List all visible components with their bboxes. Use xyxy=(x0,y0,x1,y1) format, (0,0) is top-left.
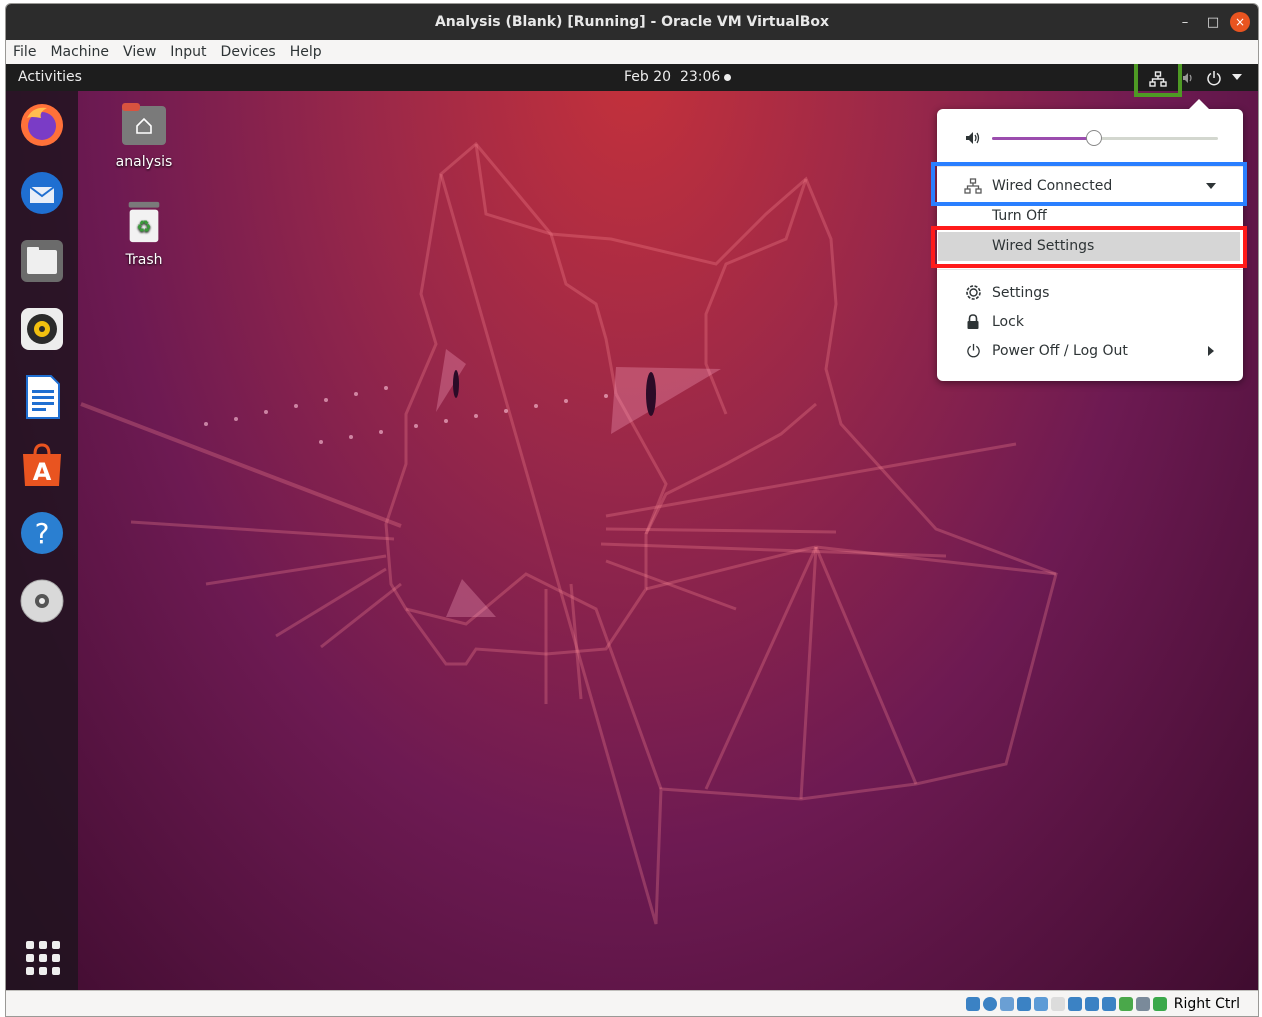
volume-slider-fill xyxy=(992,137,1094,140)
window-titlebar[interactable]: Analysis (Blank) [Running] - Oracle VM V… xyxy=(6,4,1258,40)
virtualization-icon[interactable] xyxy=(1118,996,1133,1011)
menu-machine[interactable]: Machine xyxy=(43,44,116,60)
network-status-icon[interactable] xyxy=(1016,996,1031,1011)
menu-input[interactable]: Input xyxy=(163,44,213,60)
libreoffice-writer-icon[interactable] xyxy=(19,374,65,420)
menu-help[interactable]: Help xyxy=(283,44,329,60)
volume-slider[interactable] xyxy=(992,130,1218,146)
desktop-icon-label: Trash xyxy=(125,252,163,268)
volume-icon xyxy=(966,132,980,144)
turn-off-label: Turn Off xyxy=(992,207,1047,224)
turn-off-item[interactable]: Turn Off xyxy=(937,202,1243,229)
close-button[interactable]: × xyxy=(1230,12,1250,32)
clock-time: 23:06 xyxy=(679,69,721,85)
clock[interactable]: Feb 20 23:06 xyxy=(624,69,720,85)
optical-drive-icon[interactable] xyxy=(982,996,997,1011)
thunderbird-icon[interactable] xyxy=(19,170,65,216)
dvd-icon[interactable] xyxy=(19,578,65,624)
window-title: Analysis (Blank) [Running] - Oracle VM V… xyxy=(434,14,830,30)
desktop-icon-label: analysis xyxy=(115,154,173,170)
recording-icon[interactable] xyxy=(1084,996,1099,1011)
separator xyxy=(937,269,1243,270)
desktop-icon-trash[interactable]: ♻ Trash xyxy=(104,200,184,268)
settings-label: Settings xyxy=(992,284,1050,301)
vbox-statusbar: Right Ctrl xyxy=(6,990,1258,1016)
clock-date: Feb 20 xyxy=(624,69,672,85)
chevron-right-icon xyxy=(1208,346,1214,356)
usb-icon[interactable] xyxy=(1033,996,1048,1011)
help-icon[interactable]: ? xyxy=(19,510,65,556)
audio-icon[interactable] xyxy=(999,996,1014,1011)
svg-text:A: A xyxy=(33,458,52,486)
video-capture-icon[interactable] xyxy=(1101,996,1116,1011)
lock-icon xyxy=(964,313,982,331)
tray-dropdown-icon[interactable] xyxy=(1232,74,1242,81)
minimize-button[interactable]: – xyxy=(1174,11,1196,33)
trash-icon: ♻ xyxy=(128,201,160,243)
ubuntu-software-icon[interactable]: A xyxy=(19,442,65,488)
notification-dot xyxy=(724,74,731,81)
display-icon[interactable] xyxy=(1067,996,1082,1011)
virtualbox-window: Analysis (Blank) [Running] - Oracle VM V… xyxy=(5,3,1259,1017)
dock: A ? xyxy=(6,91,78,990)
maximize-button[interactable]: □ xyxy=(1202,11,1224,33)
power-icon xyxy=(964,342,982,360)
volume-slider-knob[interactable] xyxy=(1085,130,1102,146)
svg-text:?: ? xyxy=(35,517,50,550)
mouse-integration-icon[interactable] xyxy=(1135,996,1150,1011)
guest-display[interactable]: Activities Feb 20 23:06 A ? analysis ♻ T… xyxy=(6,64,1258,990)
lock-item[interactable]: Lock xyxy=(937,308,1243,335)
network-tray-highlight[interactable] xyxy=(1134,64,1182,97)
rhythmbox-icon[interactable] xyxy=(19,306,65,352)
firefox-icon[interactable] xyxy=(19,102,65,148)
show-applications-button[interactable] xyxy=(26,941,60,975)
shared-folders-icon[interactable] xyxy=(1050,996,1065,1011)
gear-icon xyxy=(964,284,982,302)
desktop-icon-analysis[interactable]: analysis xyxy=(104,102,184,170)
system-menu-popup: Wired Connected Turn Off Wired Settings … xyxy=(931,99,1247,381)
settings-item[interactable]: Settings xyxy=(937,279,1243,306)
power-off-label: Power Off / Log Out xyxy=(992,342,1128,359)
power-tray-icon[interactable] xyxy=(1206,70,1222,86)
window-controls: – □ × xyxy=(1174,11,1250,33)
svg-text:♻: ♻ xyxy=(136,218,151,238)
wired-settings-highlight xyxy=(931,226,1247,268)
menu-devices[interactable]: Devices xyxy=(214,44,283,60)
network-wired-icon xyxy=(1149,70,1167,87)
volume-tray-icon[interactable] xyxy=(1181,71,1195,85)
gnome-topbar: Activities Feb 20 23:06 xyxy=(6,64,1258,97)
vbox-menubar: File Machine View Input Devices Help xyxy=(6,40,1258,64)
wired-connected-highlight xyxy=(931,162,1247,206)
keyboard-capture-icon[interactable] xyxy=(1152,996,1167,1011)
menu-view[interactable]: View xyxy=(116,44,163,60)
menu-file[interactable]: File xyxy=(6,44,43,60)
host-key-label: Right Ctrl xyxy=(1173,995,1240,1012)
files-icon[interactable] xyxy=(19,238,65,284)
hard-disk-icon[interactable] xyxy=(965,996,980,1011)
lock-label: Lock xyxy=(992,313,1024,330)
home-folder-icon xyxy=(122,103,166,145)
activities-button[interactable]: Activities xyxy=(18,69,82,85)
power-off-item[interactable]: Power Off / Log Out xyxy=(937,337,1243,364)
